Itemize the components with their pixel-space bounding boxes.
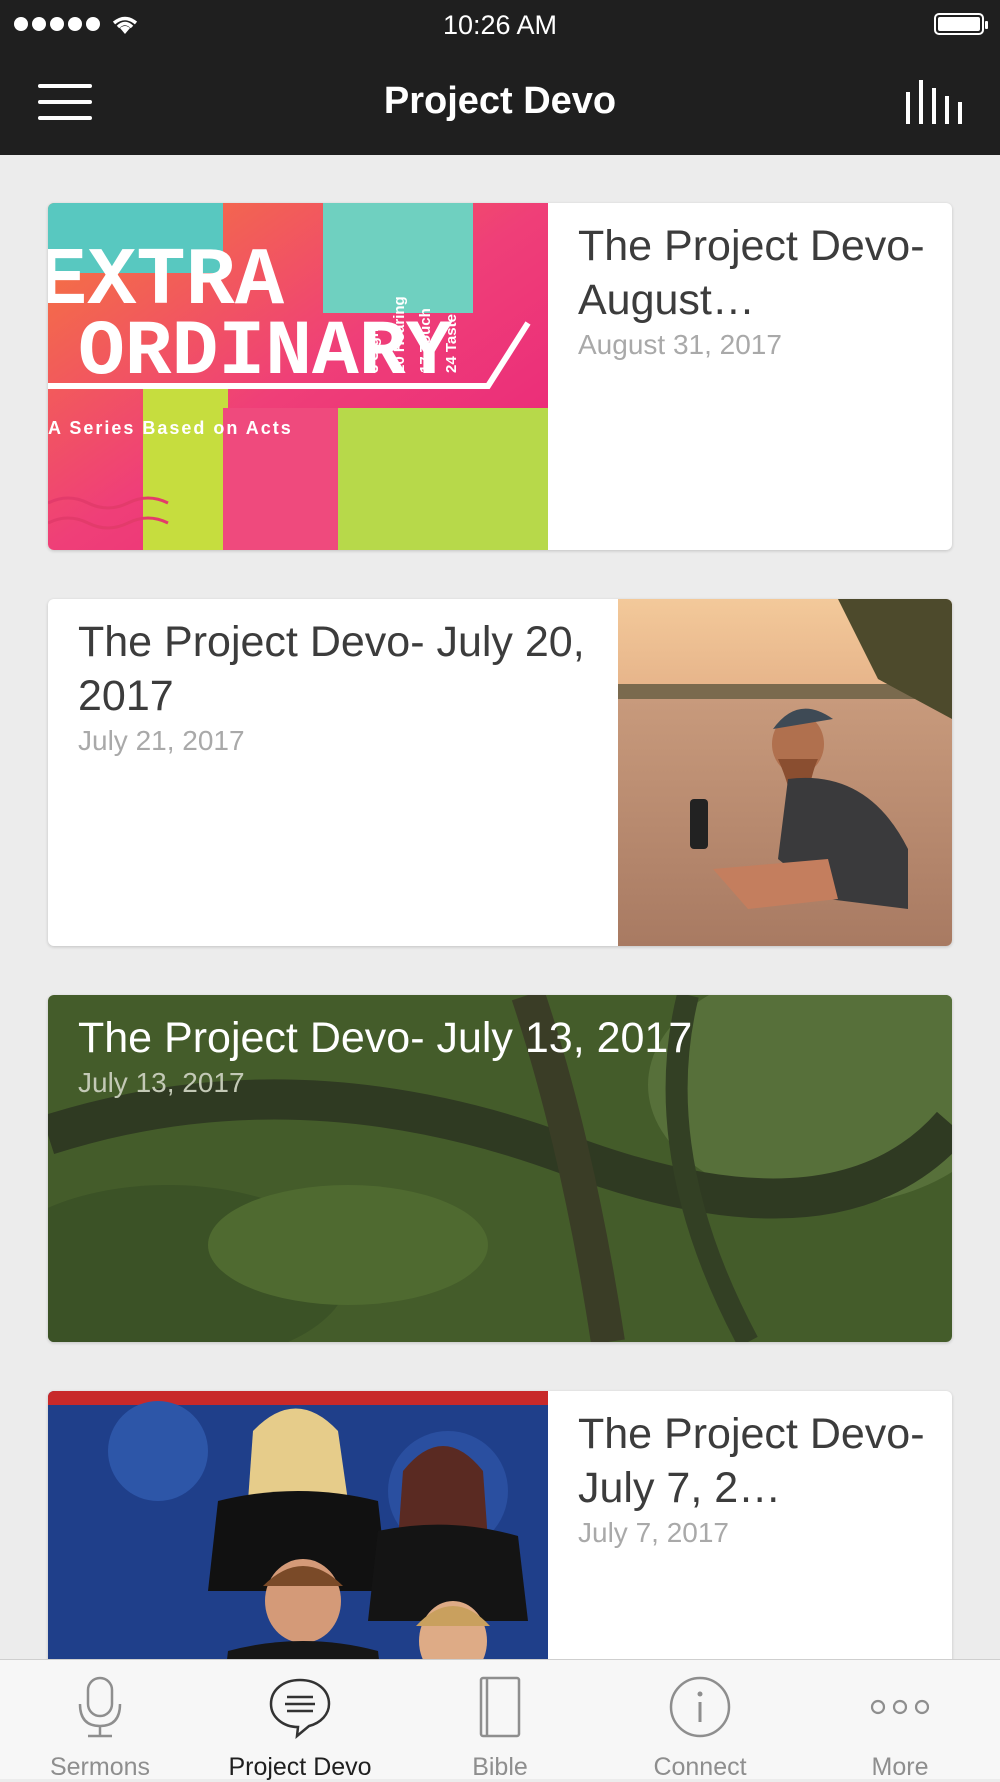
devo-thumbnail-beach	[618, 599, 952, 946]
nav-bar: Project Devo	[0, 50, 1000, 155]
audio-bars-icon[interactable]	[904, 80, 962, 124]
tab-more[interactable]: More	[800, 1660, 1000, 1781]
devo-title: The Project Devo- August…	[578, 222, 925, 324]
series-art-sense-text: 24 Taste	[443, 314, 460, 373]
tab-project-devo[interactable]: Project Devo	[200, 1660, 400, 1781]
devo-card-text: The Project Devo- July 7, 2… July 7, 201…	[578, 1407, 938, 1549]
devo-date: July 7, 2017	[578, 1517, 729, 1548]
devo-card[interactable]: The Project Devo- July 13, 2017 July 13,…	[48, 995, 952, 1342]
tab-bible[interactable]: Bible	[400, 1660, 600, 1781]
tab-connect[interactable]: Connect	[600, 1660, 800, 1781]
devo-card[interactable]: The Project Devo- July 20, 2017 July 21,…	[48, 599, 952, 946]
microphone-icon	[78, 1676, 122, 1738]
page-title: Project Devo	[383, 80, 617, 122]
devo-date: July 21, 2017	[78, 725, 245, 756]
series-art-subtitle: A Series Based on Acts	[48, 418, 293, 438]
more-dots-icon	[870, 1699, 930, 1715]
devo-title: The Project Devo- July 7, 2…	[578, 1410, 925, 1512]
series-art-sense-text: 17 Touch	[417, 308, 434, 373]
status-time: 10:26 AM	[442, 10, 558, 40]
speech-bubble-icon	[269, 1678, 331, 1739]
devo-title: The Project Devo- July 20, 2017	[78, 618, 585, 720]
devo-title: The Project Devo- July 13, 2017	[78, 1014, 693, 1062]
devo-card[interactable]: EXTRA ORDINARY A Series Based on Acts 3 …	[48, 203, 952, 550]
devo-card-text: The Project Devo- July 13, 2017 July 13,…	[78, 1011, 938, 1099]
devo-date: July 13, 2017	[78, 1067, 245, 1098]
tab-sermons[interactable]: Sermons	[0, 1660, 200, 1781]
book-icon	[479, 1676, 521, 1738]
status-bar: 10:26 AM	[0, 0, 1000, 50]
series-art-sense-text: 10 Hearing	[391, 296, 408, 373]
info-icon	[669, 1676, 731, 1738]
devo-date: August 31, 2017	[578, 329, 782, 360]
tab-bar: Sermons Project Devo Bible Connect More	[0, 1659, 1000, 1781]
series-art-sense-text: 3 Sight	[365, 323, 382, 373]
devo-thumbnail-extraordinary: EXTRA ORDINARY A Series Based on Acts 3 …	[48, 203, 548, 550]
devo-card-text: The Project Devo- July 20, 2017 July 21,…	[78, 615, 618, 757]
battery-icon	[934, 13, 988, 35]
devo-card-text: The Project Devo- August… August 31, 201…	[578, 219, 938, 361]
